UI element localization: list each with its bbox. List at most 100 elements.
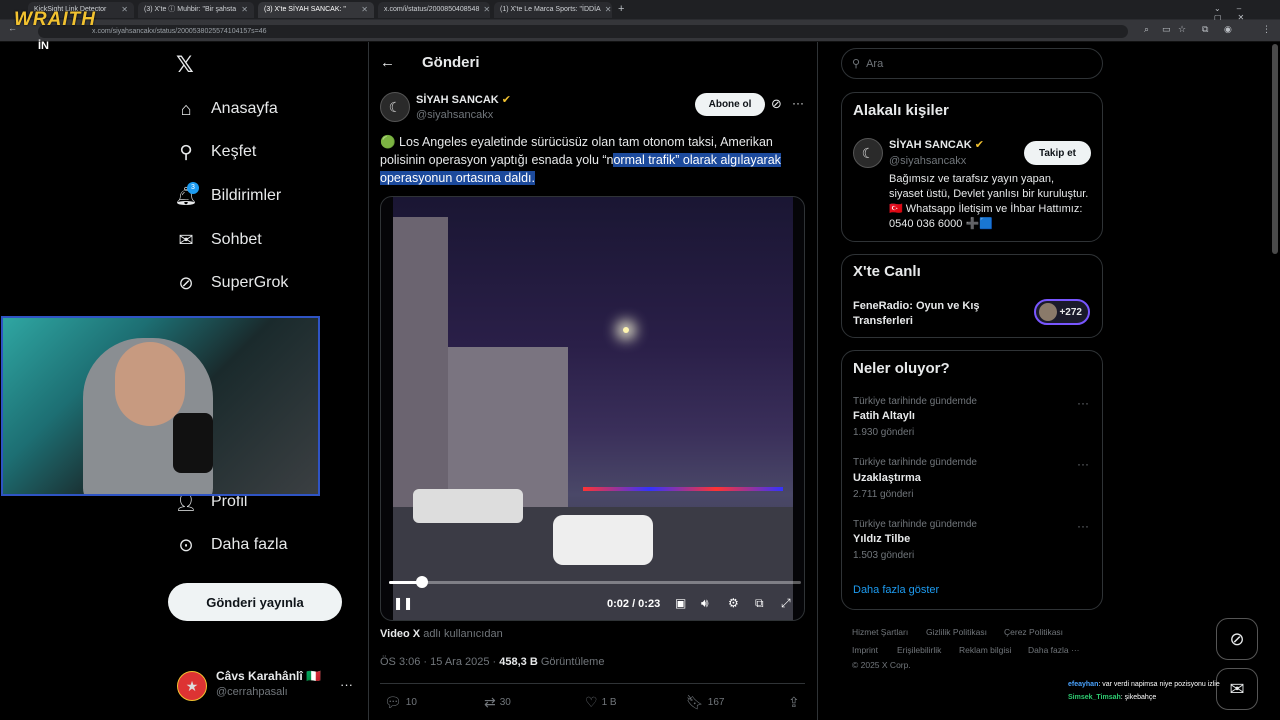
account-more-icon[interactable]: ··· [340,677,353,692]
video-progress-bar[interactable] [389,576,801,588]
footer-link[interactable]: Imprint [852,645,878,655]
trend-name[interactable]: Uzaklaştırma [853,472,921,484]
video-source-link[interactable]: Video X [380,628,420,640]
author-avatar[interactable]: ☾ [380,92,410,122]
account-name: Câvs Karahânlî 🇮🇹 [216,669,321,683]
building [393,217,448,517]
show-more-link[interactable]: Daha fazla göster [853,584,939,596]
share-button[interactable]: ⇪ [788,694,800,711]
trend-count: 1.930 gönderi [853,427,915,438]
post-more-icon[interactable]: ··· [792,96,804,110]
menu-dots-icon[interactable]: ⋮ [1262,24,1271,35]
footer-link[interactable]: Gizlilik Politikası [926,627,987,637]
post-button[interactable]: Gönderi yayınla [168,583,342,621]
pip-icon[interactable]: ⧉ [755,596,764,611]
nav-item-home[interactable]: ⌂ Anasayfa [175,94,278,124]
related-name[interactable]: SİYAH SANCAK ✔ [889,138,984,151]
pause-icon[interactable]: ❚❚ [393,596,413,610]
close-tab-icon[interactable]: ✕ [121,2,128,18]
profile-icon[interactable]: ◉ [1224,24,1232,35]
chat-message: efeayhan: var verdi napimsa niye pozisyo… [1068,681,1220,688]
new-tab-button[interactable]: + [618,3,624,15]
video-progress-handle[interactable] [415,576,428,588]
footer-link[interactable]: Hizmet Şartları [852,627,908,637]
grok-icon: ⊘ [1229,628,1245,649]
reply-button[interactable]: 💬︎ 10 [384,694,417,711]
back-arrow-icon[interactable]: ← [380,54,395,71]
captions-icon[interactable]: ▣ [675,596,686,610]
chat-text: : var verdi napimsa niye pozisyonu izlie [1098,681,1220,688]
search-input[interactable]: ⚲ Ara [841,48,1103,79]
verified-badge-icon: ✔ [974,139,985,151]
copyright: © 2025 X Corp. [852,660,911,670]
grok-icon: ⊘ [178,272,194,293]
related-avatar[interactable]: ☾ [853,138,883,168]
browser-tab[interactable]: (3) X'te ⓘ Muhbir: "Bir şahsta ✕ [138,2,254,18]
mail-icon: ✉ [178,229,194,250]
star-icon[interactable]: ☆ [1178,24,1186,35]
nav-item-messages[interactable]: ✉ Sohbet [175,225,261,255]
grok-fab-button[interactable]: ⊘ [1216,618,1258,660]
video-time: 0:02 / 0:23 [607,598,661,610]
footer-link[interactable]: Daha fazla ··· [1028,645,1080,655]
close-tab-icon[interactable]: ✕ [361,2,368,18]
footer-link[interactable]: Çerez Politikası [1004,627,1063,637]
extensions-icon[interactable]: ⧉ [1202,24,1208,35]
streamer-face [115,342,185,426]
trend-more-icon[interactable]: ··· [1077,457,1089,471]
chat-message: Simsek_Timsah: şikebahçe [1068,694,1156,701]
browser-tab[interactable]: x.com/i/status/2000850408548 ✕ [378,2,490,18]
settings-gear-icon[interactable]: ⚙ [728,596,739,610]
footer-link[interactable]: Erişilebilirlik [897,645,941,655]
author-handle: @siyahsancakx [416,109,494,121]
police-car [413,489,523,523]
heart-icon: ♡ [585,694,598,710]
grok-icon[interactable]: ⊘ [771,96,782,112]
author-name[interactable]: SİYAH SANCAK ✔ [416,93,511,106]
page-title: Gönderi [422,54,480,71]
video-player[interactable]: ❚❚ 0:02 / 0:23 ▣ 🔊︎ ⚙ ⧉ ⤢ [380,196,805,621]
page-scrollbar[interactable] [1272,44,1278,254]
fullscreen-icon[interactable]: ⤢ [781,596,791,611]
cast-icon[interactable]: ▭ [1162,24,1171,35]
x-logo-icon[interactable]: 𝕏 [176,52,194,78]
live-space-name[interactable]: FeneRadio: Oyun ve Kış Transferleri [853,299,1023,329]
close-tab-icon[interactable]: ✕ [483,2,490,18]
footer-link[interactable]: Reklam bilgisi [959,645,1011,655]
follow-button[interactable]: Takip et [1024,141,1091,165]
repost-button[interactable]: ⇄ 30 [484,694,511,711]
bookmark-count: 167 [707,697,725,708]
zoom-icon[interactable]: ⌕ [1144,24,1149,35]
nav-item-explore[interactable]: ⚲ Keşfet [175,137,256,167]
video-attribution: Video X adlı kullanıcıdan [380,628,503,640]
author-name-text: SİYAH SANCAK [416,94,499,106]
close-tab-icon[interactable]: ✕ [241,2,248,18]
view-count: 458,3 B [499,656,538,668]
address-bar[interactable]: x.com/siyahsancakx/status/20005380255741… [38,25,1128,38]
live-title: X'te Canlı [853,263,921,280]
account-avatar[interactable]: ★ [177,671,207,701]
browser-tab-active[interactable]: (3) X'te SİYAH SANCAK: " ✕ [258,2,374,18]
close-tab-icon[interactable]: ✕ [605,2,612,18]
listener-count: +272 [1059,306,1082,318]
robotaxi [553,515,653,565]
bookmark-button[interactable]: 🔖︎ 167 [686,694,724,711]
trend-more-icon[interactable]: ··· [1077,519,1089,533]
trend-name[interactable]: Yıldız Tilbe [853,533,910,545]
browser-tab[interactable]: (1) X'te Le Marca Sports: "İDDİA ✕ [494,2,612,18]
post-meta: ÖS 3:06 · 15 Ara 2025 · 458,3 B Görüntül… [380,656,604,668]
subscribe-button[interactable]: Abone ol [695,93,765,116]
messages-fab-button[interactable]: ✉ [1216,668,1258,710]
live-listeners-badge[interactable]: +272 [1034,299,1090,325]
trend-context: Türkiye tarihinde gündemde [853,396,977,407]
post-timestamp[interactable]: ÖS 3:06 · 15 Ara 2025 · [380,656,499,668]
nav-item-more[interactable]: ⊙ Daha fazla [175,530,287,560]
trend-more-icon[interactable]: ··· [1077,396,1089,410]
trend-name[interactable]: Fatih Altaylı [853,410,915,422]
like-button[interactable]: ♡ 1 B [585,694,617,711]
more-circle-icon: ⊙ [178,534,194,555]
nav-item-supergrok[interactable]: ⊘ SuperGrok [175,268,288,298]
nav-label: Anasayfa [211,100,278,117]
street-light [623,327,629,333]
volume-icon[interactable]: 🔊︎ [701,596,709,611]
